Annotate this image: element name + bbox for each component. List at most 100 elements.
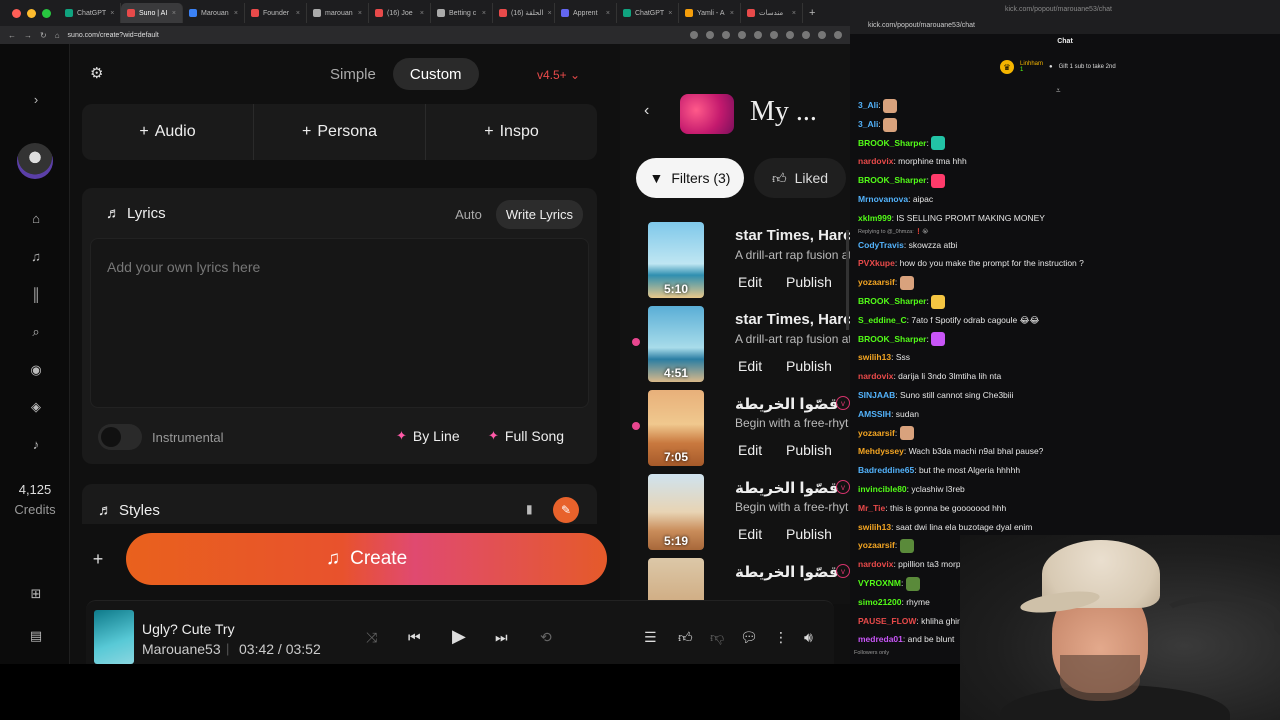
extension-icon[interactable] [722,31,730,39]
extension-icon[interactable] [754,31,762,39]
song-cover[interactable]: 5:10 [648,222,704,298]
maximize-window-button[interactable] [42,8,51,18]
close-tab-icon[interactable]: × [668,10,672,17]
forward-icon[interactable]: → [24,31,32,40]
thumbs-up-icon[interactable]: 👍︎ [678,629,693,646]
chat-username[interactable]: medreda01 [858,634,903,644]
close-tab-icon[interactable]: × [358,10,362,17]
back-arrow-icon[interactable]: ‹ [644,102,649,120]
add-persona-button[interactable]: + Persona [254,104,426,160]
create-button[interactable]: ♫ Create [126,533,607,585]
lyrics-auto-tab[interactable]: Auto [445,200,492,229]
gift-icon[interactable]: ⊞ [26,584,46,604]
by-line-button[interactable]: ✦ By Line [396,428,460,444]
browser-tab[interactable]: ChatGPT × [59,3,121,23]
song-edit-button[interactable]: Edit [738,438,762,462]
chat-username[interactable]: PVXkupe [858,258,895,268]
full-song-button[interactable]: ✦ Full Song [488,428,564,444]
expand-nav-icon[interactable]: › [26,89,46,109]
chat-username[interactable]: yozaarsif [858,277,895,287]
chat-username[interactable]: 3_Ali [858,119,878,129]
chat-username[interactable]: BROOK_Sharper [858,138,927,148]
browser-tab[interactable]: (16) الحلقة × [493,3,555,23]
extension-icon[interactable] [786,31,794,39]
chat-username[interactable]: SINJAAB [858,390,895,400]
chat-username[interactable]: invincible80 [858,484,907,494]
library-nav-icon[interactable]: ║ [26,284,46,304]
back-icon[interactable]: ← [8,31,16,40]
url-input[interactable]: suno.com/create?wid=default [68,32,159,39]
browser-tab[interactable]: Suno | AI × [121,3,183,23]
close-tab-icon[interactable]: × [420,10,424,17]
browser-tab[interactable]: Founder × [245,3,307,23]
song-item[interactable]: 5:10 star Times, Harc A drill-art rap fusi… [648,222,850,300]
chat-username[interactable]: AMSSIH [858,409,891,419]
volume-icon[interactable]: 🔊︎ [804,629,813,646]
scrollbar[interactable] [846,230,849,330]
mode-custom-button[interactable]: Custom [392,58,479,90]
previous-icon[interactable]: ⏮︎ [408,629,421,646]
minimize-window-button[interactable] [27,8,36,18]
song-cover[interactable] [648,558,704,604]
version-select[interactable]: v4.5+ ⌄ [537,68,580,82]
more-options-icon[interactable]: ⋮ [774,629,788,646]
extension-icon[interactable] [770,31,778,39]
thumbs-down-icon[interactable]: 👎︎ [710,629,724,646]
close-window-button[interactable] [12,8,21,18]
close-tab-icon[interactable]: × [172,10,176,17]
browser-tab[interactable]: Marouan × [183,3,245,23]
song-cover[interactable]: 5:19 [648,474,704,550]
pinned-gift-banner[interactable]: ♛ Linhham 1 ● Gift 1 sub to take 2nd [1000,60,1116,74]
repeat-icon[interactable]: ⟲ [540,629,552,646]
song-edit-button[interactable]: Edit [738,270,762,294]
now-playing-artist[interactable]: Marouane53 [142,641,221,657]
browser-tab[interactable]: marouan × [307,3,369,23]
chat-username[interactable]: VYROXNM [858,578,901,588]
close-tab-icon[interactable]: × [110,10,114,17]
song-title[interactable]: star Times, Harc [735,227,850,244]
magic-wand-icon[interactable]: ✎ [553,497,579,523]
chat-username[interactable]: xklm999 [858,213,892,223]
radio-nav-icon[interactable]: ◉ [26,360,46,380]
close-tab-icon[interactable]: × [296,10,300,17]
song-publish-button[interactable]: Publish [786,522,832,546]
song-title[interactable]: قصّوا الخريطة [735,479,839,497]
lyrics-write-tab[interactable]: Write Lyrics [495,200,583,229]
song-item[interactable]: قصّوا الخريطة v [648,558,850,604]
browser-tab[interactable]: ChatGPT × [617,3,679,23]
chat-username[interactable]: BROOK_Sharper [858,175,927,185]
browser-tab[interactable]: مندسات × [741,3,803,23]
chat-username[interactable]: Mrnovanova [858,194,908,204]
extension-icon[interactable] [834,31,842,39]
next-icon[interactable]: ⏭︎ [495,629,508,646]
browser-tab[interactable]: Yamli - A × [679,3,741,23]
song-title[interactable]: قصّوا الخريطة [735,563,839,581]
extension-icon[interactable] [706,31,714,39]
chat-username[interactable]: 3_Ali [858,100,878,110]
chat-username[interactable]: CodyTravis [858,240,904,250]
workspace-title[interactable]: My ... [750,96,817,128]
extension-icon[interactable] [690,31,698,39]
chat-username[interactable]: swilih13 [858,522,891,532]
chat-username[interactable]: nardovix [858,559,893,569]
song-cover[interactable]: 4:51 [648,306,704,382]
close-tab-icon[interactable]: × [482,10,486,17]
extension-icon[interactable] [802,31,810,39]
song-item[interactable]: 7:05 قصّوا الخريطة Begin with a free-rhyt E… [648,390,850,468]
search-nav-icon[interactable]: ⌕ [26,322,46,342]
filters-button[interactable]: ▼ Filters (3) [636,158,744,198]
chat-username[interactable]: nardovix [858,371,893,381]
browser-tab[interactable]: Betting c × [431,3,493,23]
song-title[interactable]: star Times, Harc [735,311,850,328]
chat-username[interactable]: Badreddine65 [858,465,914,475]
chat-url[interactable]: kick.com/popout/marouane53/chat [868,22,975,29]
song-title[interactable]: قصّوا الخريطة [735,395,839,413]
song-item[interactable]: 4:51 star Times, Harc A drill-art rap fusi… [648,306,850,384]
add-inspo-button[interactable]: + Inspo [426,104,597,160]
collapse-arrow-icon[interactable]: ⩡ [1056,86,1061,96]
shuffle-icon[interactable]: ⤨ [366,629,377,646]
trash-icon[interactable]: ▮ [526,502,540,516]
song-edit-button[interactable]: Edit [738,354,762,378]
chat-username[interactable]: Mr_Tie [858,503,885,513]
instrumental-toggle[interactable] [98,424,142,450]
